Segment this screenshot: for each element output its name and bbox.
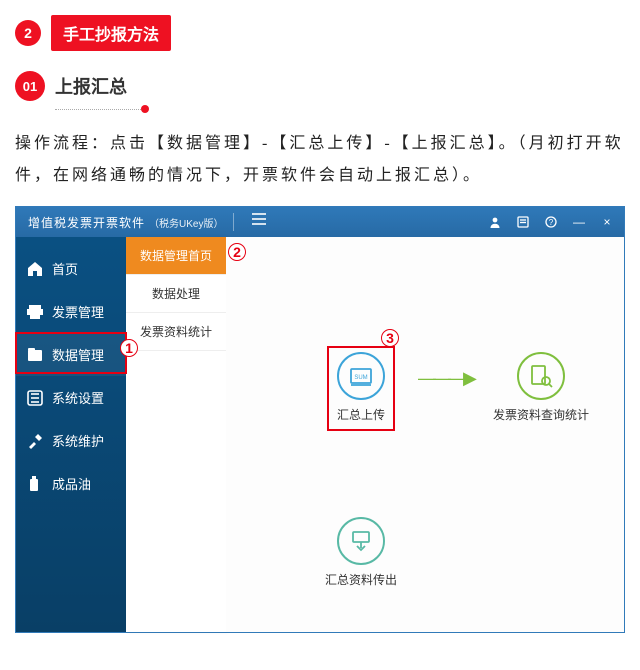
printer-icon	[26, 303, 44, 321]
titlebar-separator	[233, 213, 234, 231]
article-header: 2 手工抄报方法	[15, 15, 625, 51]
tools-icon	[26, 432, 44, 450]
svg-text:?: ?	[549, 218, 554, 227]
badge-text: 手工抄报方法	[51, 15, 171, 51]
step-header: 01 上报汇总	[15, 71, 625, 101]
tile-label: 汇总上传	[337, 406, 385, 423]
sidebar-item-label: 发票管理	[52, 302, 104, 321]
divider-dotline	[55, 109, 145, 110]
app-edition: （税务UKey版）	[149, 215, 223, 230]
sidebar-item-label: 成品油	[52, 474, 91, 493]
oil-icon	[26, 475, 44, 493]
upload-icon: SUM	[337, 352, 385, 400]
note-icon[interactable]	[514, 213, 532, 231]
sidebar-item-label: 系统维护	[52, 431, 104, 450]
sidebar-item-data[interactable]: 数据管理	[16, 333, 126, 376]
titlebar-right: ? — ×	[486, 213, 616, 231]
close-button[interactable]: ×	[598, 213, 616, 231]
sliders-icon	[26, 389, 44, 407]
sidebar-item-home[interactable]: 首页	[16, 247, 126, 290]
step-title: 上报汇总	[55, 73, 127, 99]
svg-text:SUM: SUM	[354, 375, 367, 381]
help-icon[interactable]: ?	[542, 213, 560, 231]
sidebar-item-label: 数据管理	[52, 345, 104, 364]
sidebar-item-oil[interactable]: 成品油	[16, 462, 126, 505]
search-doc-icon	[517, 352, 565, 400]
home-icon	[26, 260, 44, 278]
callout-1: 1	[120, 339, 138, 357]
submenu-item-stats[interactable]: 发票资料统计	[126, 313, 226, 351]
badge-number: 2	[15, 20, 41, 46]
step-number: 01	[15, 71, 45, 101]
main-canvas: SUM 汇总上传 ———▶ 发票资料查询统计 汇总资料传出	[226, 237, 624, 632]
callout-3: 3	[381, 329, 399, 347]
submenu-item-home[interactable]: 数据管理首页	[126, 237, 226, 275]
user-icon[interactable]	[486, 213, 504, 231]
sidebar: 首页 发票管理 数据管理 系统设置	[16, 237, 126, 632]
sidebar-item-label: 首页	[52, 259, 78, 278]
sidebar-item-label: 系统设置	[52, 388, 104, 407]
hamburger-icon[interactable]	[252, 213, 270, 231]
sidebar-item-maintenance[interactable]: 系统维护	[16, 419, 126, 462]
instructions-text: 操作流程：点击【数据管理】-【汇总上传】-【上报汇总】。（月初打开软件，在网络通…	[15, 128, 625, 192]
tile-invoice-query[interactable]: 发票资料查询统计	[486, 352, 596, 423]
titlebar: 增值税发票开票软件 （税务UKey版） ? — ×	[16, 207, 624, 237]
folder-icon	[26, 346, 44, 364]
tile-summary-upload[interactable]: SUM 汇总上传	[316, 352, 406, 423]
sidebar-item-invoice[interactable]: 发票管理	[16, 290, 126, 333]
app-body: 首页 发票管理 数据管理 系统设置	[16, 237, 624, 632]
submenu: 数据管理首页 数据处理 发票资料统计	[126, 237, 226, 632]
app-title: 增值税发票开票软件	[24, 214, 145, 231]
submenu-item-process[interactable]: 数据处理	[126, 275, 226, 313]
minimize-button[interactable]: —	[570, 213, 588, 231]
arrow-icon: ———▶	[418, 368, 474, 389]
app-window: 增值税发票开票软件 （税务UKey版） ? — ×	[15, 206, 625, 633]
callout-2: 2	[228, 243, 246, 261]
tile-summary-export[interactable]: 汇总资料传出	[316, 517, 406, 588]
sidebar-item-settings[interactable]: 系统设置	[16, 376, 126, 419]
export-icon	[337, 517, 385, 565]
tile-label: 汇总资料传出	[325, 571, 397, 588]
tile-label: 发票资料查询统计	[493, 406, 589, 423]
